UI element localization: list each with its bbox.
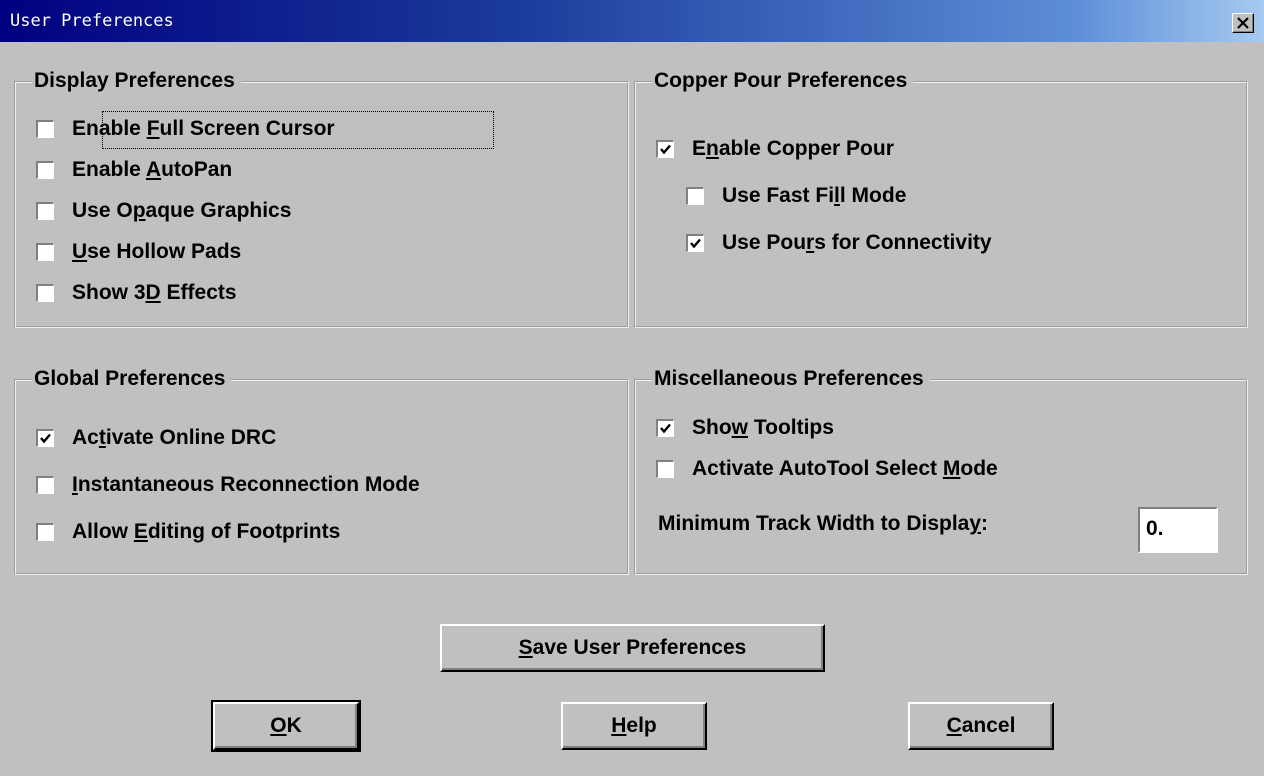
- checkbox-enable-autopan[interactable]: Enable AutoPan: [36, 158, 232, 182]
- check-icon: [40, 433, 51, 444]
- copper-pour-preferences-group: Copper Pour Preferences Enable Copper Po…: [634, 66, 1248, 328]
- checkbox-label: Use Fast Fill Mode: [722, 184, 907, 207]
- checkbox-show-3d-effects[interactable]: Show 3D Effects: [36, 281, 237, 305]
- group-title-global: Global Preferences: [32, 364, 232, 394]
- checkbox-activate-autotool-select-mode[interactable]: Activate AutoTool Select Mode: [656, 457, 998, 481]
- close-icon: [1237, 17, 1249, 29]
- checkbox-box[interactable]: [656, 140, 674, 158]
- checkbox-show-tooltips[interactable]: Show Tooltips: [656, 416, 834, 440]
- display-preferences-group: Display Preferences Enable Full Screen C…: [14, 66, 629, 328]
- minimum-track-width-input[interactable]: 0.: [1138, 507, 1218, 553]
- button-label: OK: [270, 714, 302, 737]
- button-label: Save User Preferences: [518, 636, 747, 659]
- checkbox-label: Use Pours for Connectivity: [722, 231, 992, 254]
- checkbox-box[interactable]: [36, 476, 54, 494]
- checkbox-label: Use Opaque Graphics: [72, 199, 292, 222]
- checkbox-label: Allow Editing of Footprints: [72, 520, 341, 543]
- checkbox-box[interactable]: [36, 161, 54, 179]
- ok-button[interactable]: OK: [211, 700, 361, 752]
- miscellaneous-preferences-group: Miscellaneous Preferences Show Tooltips …: [634, 364, 1248, 575]
- checkbox-box[interactable]: [36, 243, 54, 261]
- checkbox-box[interactable]: [686, 234, 704, 252]
- save-user-preferences-button[interactable]: Save User Preferences: [440, 624, 825, 672]
- checkbox-box[interactable]: [686, 187, 704, 205]
- checkbox-box[interactable]: [36, 284, 54, 302]
- checkbox-enable-copper-pour[interactable]: Enable Copper Pour: [656, 137, 894, 161]
- checkbox-use-pours-for-connectivity[interactable]: Use Pours for Connectivity: [686, 231, 992, 255]
- group-title-misc: Miscellaneous Preferences: [652, 364, 930, 394]
- checkbox-use-hollow-pads[interactable]: Use Hollow Pads: [36, 240, 241, 264]
- check-icon: [660, 423, 671, 434]
- checkbox-box[interactable]: [656, 460, 674, 478]
- checkbox-use-opaque-graphics[interactable]: Use Opaque Graphics: [36, 199, 291, 223]
- checkbox-box[interactable]: [36, 120, 54, 138]
- checkbox-allow-editing-of-footprints[interactable]: Allow Editing of Footprints: [36, 520, 340, 544]
- group-title-display: Display Preferences: [32, 66, 241, 96]
- checkbox-box[interactable]: [36, 523, 54, 541]
- checkbox-box[interactable]: [36, 429, 54, 447]
- checkbox-label: Activate AutoTool Select Mode: [692, 457, 998, 480]
- focus-rectangle: [102, 111, 494, 149]
- group-title-copper: Copper Pour Preferences: [652, 66, 914, 96]
- close-button[interactable]: [1232, 13, 1254, 33]
- global-preferences-group: Global Preferences Activate Online DRC I…: [14, 364, 629, 575]
- check-icon: [660, 144, 671, 155]
- checkbox-label: Instantaneous Reconnection Mode: [72, 473, 420, 496]
- checkbox-label: Show 3D Effects: [72, 281, 237, 304]
- help-button[interactable]: Help: [561, 702, 707, 750]
- checkbox-label: Activate Online DRC: [72, 426, 277, 449]
- checkbox-instantaneous-reconnection-mode[interactable]: Instantaneous Reconnection Mode: [36, 473, 420, 497]
- checkbox-label: Enable AutoPan: [72, 158, 233, 181]
- checkbox-label: Use Hollow Pads: [72, 240, 242, 263]
- checkbox-enable-full-screen-cursor[interactable]: Enable Full Screen Cursor: [36, 111, 494, 149]
- minimum-track-width-label: Minimum Track Width to Display:: [658, 512, 989, 535]
- button-label: Cancel: [946, 714, 1016, 737]
- window-title: User Preferences: [10, 11, 174, 31]
- checkbox-box[interactable]: [36, 202, 54, 220]
- cancel-button[interactable]: Cancel: [908, 702, 1054, 750]
- button-label: Help: [611, 714, 657, 737]
- checkbox-box[interactable]: [656, 419, 674, 437]
- checkbox-activate-online-drc[interactable]: Activate Online DRC: [36, 426, 276, 450]
- title-bar: User Preferences: [0, 0, 1264, 42]
- checkbox-label: Enable Copper Pour: [692, 137, 894, 160]
- check-icon: [690, 238, 701, 249]
- checkbox-label: Show Tooltips: [692, 416, 834, 439]
- checkbox-use-fast-fill-mode[interactable]: Use Fast Fill Mode: [686, 184, 906, 208]
